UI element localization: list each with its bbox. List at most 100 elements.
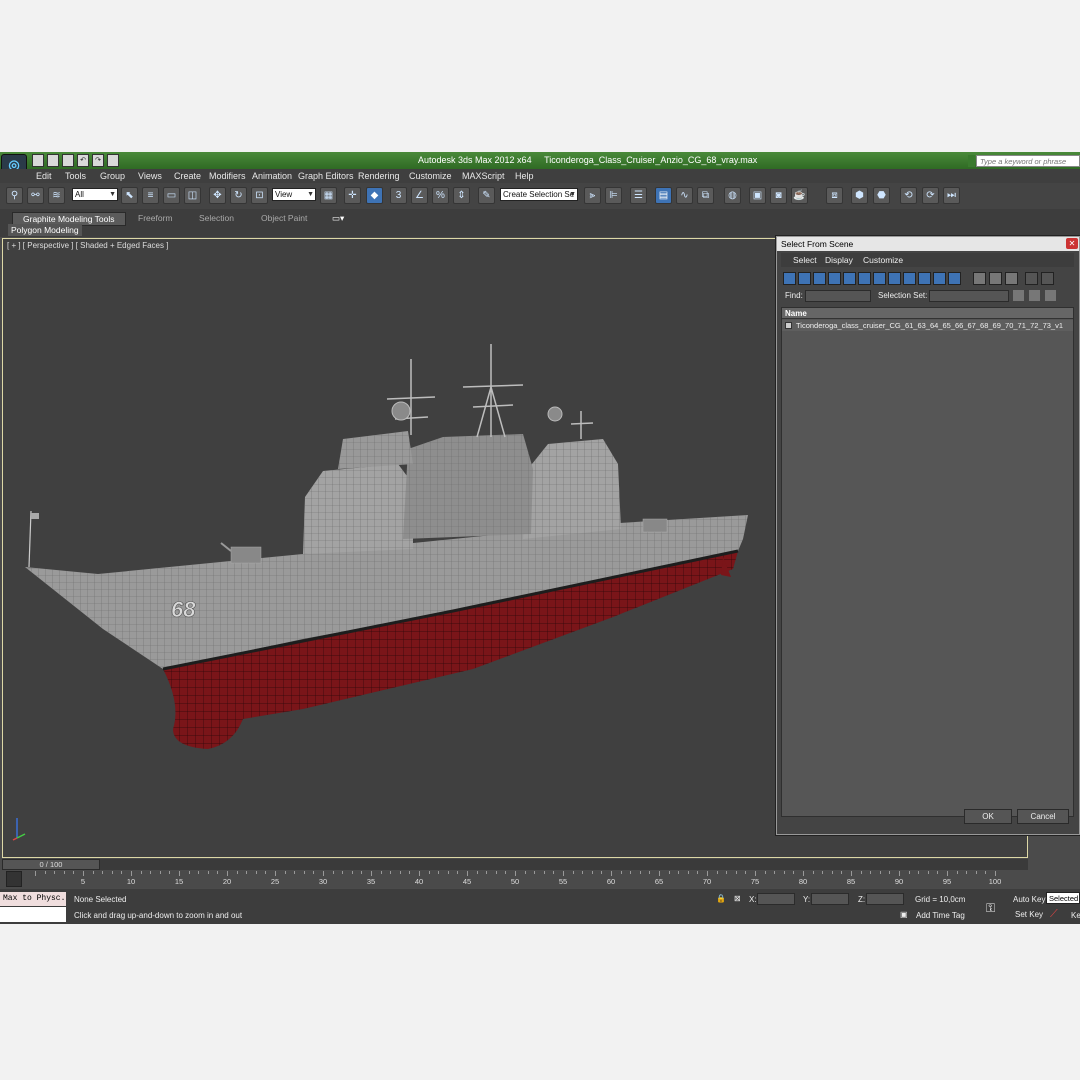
- keyboard-shortcut-override-icon[interactable]: ◆: [366, 187, 383, 204]
- display-shapes-icon[interactable]: [798, 272, 811, 285]
- cancel-button[interactable]: Cancel: [1017, 809, 1069, 824]
- rectangular-selection-icon[interactable]: ▭: [163, 187, 180, 204]
- x-coordinate-field[interactable]: [757, 893, 795, 905]
- filter-options-icon[interactable]: [1041, 272, 1054, 285]
- dialog-menu-customize[interactable]: Customize: [863, 255, 903, 265]
- mass-fx-icon[interactable]: ⬢: [851, 187, 868, 204]
- infocenter-arrow-icon[interactable]: [968, 155, 975, 167]
- menu-customize[interactable]: Customize: [409, 171, 452, 181]
- reference-coordinate-dropdown[interactable]: View: [272, 188, 316, 201]
- display-xrefs-icon[interactable]: [888, 272, 901, 285]
- snaps-toggle-icon[interactable]: 3: [390, 187, 407, 204]
- project-folder-icon[interactable]: [107, 154, 119, 167]
- angle-snap-icon[interactable]: ∠: [411, 187, 428, 204]
- spinner-snap-icon[interactable]: ⇕: [453, 187, 470, 204]
- set-key-mode-icon[interactable]: ⚿: [986, 901, 995, 916]
- menu-maxscript[interactable]: MAXScript: [462, 171, 505, 181]
- keyword-search-input[interactable]: Type a keyword or phrase: [976, 155, 1080, 167]
- move-icon[interactable]: ✥: [209, 187, 226, 204]
- add-to-set-icon[interactable]: [1029, 290, 1040, 301]
- display-helpers-icon[interactable]: [843, 272, 856, 285]
- menu-group[interactable]: Group: [100, 171, 125, 181]
- maxscript-listener[interactable]: Max to Physc.: [0, 892, 66, 906]
- select-object-icon[interactable]: ⬉: [121, 187, 138, 204]
- lock-selection-icon[interactable]: 🔒: [716, 894, 726, 903]
- reset-simulation-icon[interactable]: ⟲: [900, 187, 917, 204]
- key-filters-label[interactable]: Ke: [1071, 911, 1080, 920]
- auto-key-button[interactable]: Auto Key: [1013, 895, 1045, 904]
- select-manipulate-icon[interactable]: ✛: [344, 187, 361, 204]
- time-tag-icon[interactable]: ▣: [900, 910, 908, 919]
- display-lights-icon[interactable]: [813, 272, 826, 285]
- open-file-icon[interactable]: [47, 154, 59, 167]
- key-filters-icon[interactable]: ⟋: [1050, 908, 1058, 921]
- display-invert-icon[interactable]: [1005, 272, 1018, 285]
- dialog-menu-select[interactable]: Select: [793, 255, 817, 265]
- curve-editor-icon[interactable]: ∿: [676, 187, 693, 204]
- selection-filter-dropdown[interactable]: All: [72, 188, 118, 201]
- percent-snap-icon[interactable]: %: [432, 187, 449, 204]
- start-simulation-icon[interactable]: ⟳: [922, 187, 939, 204]
- menu-modifiers[interactable]: Modifiers: [209, 171, 246, 181]
- step-simulation-icon[interactable]: ⏭: [943, 187, 960, 204]
- menu-animation[interactable]: Animation: [252, 171, 292, 181]
- close-icon[interactable]: ✕: [1066, 238, 1078, 249]
- dialog-menu-display[interactable]: Display: [825, 255, 853, 265]
- name-column-header[interactable]: Name: [782, 308, 1073, 319]
- menu-tools[interactable]: Tools: [65, 171, 86, 181]
- schematic-view-icon[interactable]: ⧉: [697, 187, 714, 204]
- align-icon[interactable]: ⊫: [605, 187, 622, 204]
- display-all-icon[interactable]: [973, 272, 986, 285]
- display-hidden-icon[interactable]: [948, 272, 961, 285]
- create-selection-set-icon[interactable]: [1013, 290, 1024, 301]
- render-production-icon[interactable]: ☕: [791, 187, 808, 204]
- time-slider-thumb[interactable]: 0 / 100: [2, 859, 100, 870]
- display-bones-icon[interactable]: [903, 272, 916, 285]
- select-link-icon[interactable]: ⚲: [6, 187, 23, 204]
- tab-selection[interactable]: Selection: [199, 212, 234, 224]
- rotate-icon[interactable]: ↻: [230, 187, 247, 204]
- maxscript-input[interactable]: [0, 907, 66, 922]
- display-geometry-icon[interactable]: [783, 272, 796, 285]
- mini-curve-editor-icon[interactable]: [6, 871, 22, 887]
- tab-freeform[interactable]: Freeform: [138, 212, 172, 224]
- unlink-icon[interactable]: ⚯: [27, 187, 44, 204]
- display-space-warps-icon[interactable]: [858, 272, 871, 285]
- menu-rendering[interactable]: Rendering: [358, 171, 400, 181]
- new-file-icon[interactable]: [32, 154, 44, 167]
- select-by-name-icon[interactable]: ≡: [142, 187, 159, 204]
- filter-icon[interactable]: [1025, 272, 1038, 285]
- save-file-icon[interactable]: [62, 154, 74, 167]
- undo-icon[interactable]: ↶: [77, 154, 89, 167]
- find-input[interactable]: [805, 290, 871, 302]
- container-icon[interactable]: ⧈: [826, 187, 843, 204]
- window-crossing-icon[interactable]: ◫: [184, 187, 201, 204]
- selection-set-dropdown[interactable]: [929, 290, 1009, 302]
- pivot-center-icon[interactable]: ▦: [320, 187, 337, 204]
- display-cameras-icon[interactable]: [828, 272, 841, 285]
- display-containers-icon[interactable]: [918, 272, 931, 285]
- layer-manager-icon[interactable]: ☰: [630, 187, 647, 204]
- absolute-mode-icon[interactable]: ⊠: [734, 894, 741, 903]
- named-selection-set-dropdown[interactable]: Create Selection Se: [500, 188, 578, 201]
- list-item[interactable]: Ticonderoga_class_cruiser_CG_61_63_64_65…: [782, 320, 1073, 331]
- display-groups-icon[interactable]: [873, 272, 886, 285]
- add-time-tag[interactable]: Add Time Tag: [916, 911, 965, 920]
- y-coordinate-field[interactable]: [811, 893, 849, 905]
- edit-named-selection-icon[interactable]: ✎: [478, 187, 495, 204]
- menu-create[interactable]: Create: [174, 171, 201, 181]
- scale-icon[interactable]: ⊡: [251, 187, 268, 204]
- bind-space-warp-icon[interactable]: ≋: [48, 187, 65, 204]
- material-editor-icon[interactable]: ◍: [724, 187, 741, 204]
- tab-object-paint[interactable]: Object Paint: [261, 212, 307, 224]
- display-frozen-icon[interactable]: [933, 272, 946, 285]
- render-setup-icon[interactable]: ▣: [749, 187, 766, 204]
- menu-views[interactable]: Views: [138, 171, 162, 181]
- mirror-icon[interactable]: ⫸: [584, 187, 601, 204]
- remove-from-set-icon[interactable]: [1045, 290, 1056, 301]
- redo-icon[interactable]: ↷: [92, 154, 104, 167]
- menu-help[interactable]: Help: [515, 171, 534, 181]
- display-none-icon[interactable]: [989, 272, 1002, 285]
- track-bar[interactable]: 5 10 15 20 25 30 35 40 45 50 55 60 65 70 75 80 85 90 95 100: [30, 871, 1001, 888]
- ribbon-options-icon[interactable]: ▭▾: [332, 212, 344, 224]
